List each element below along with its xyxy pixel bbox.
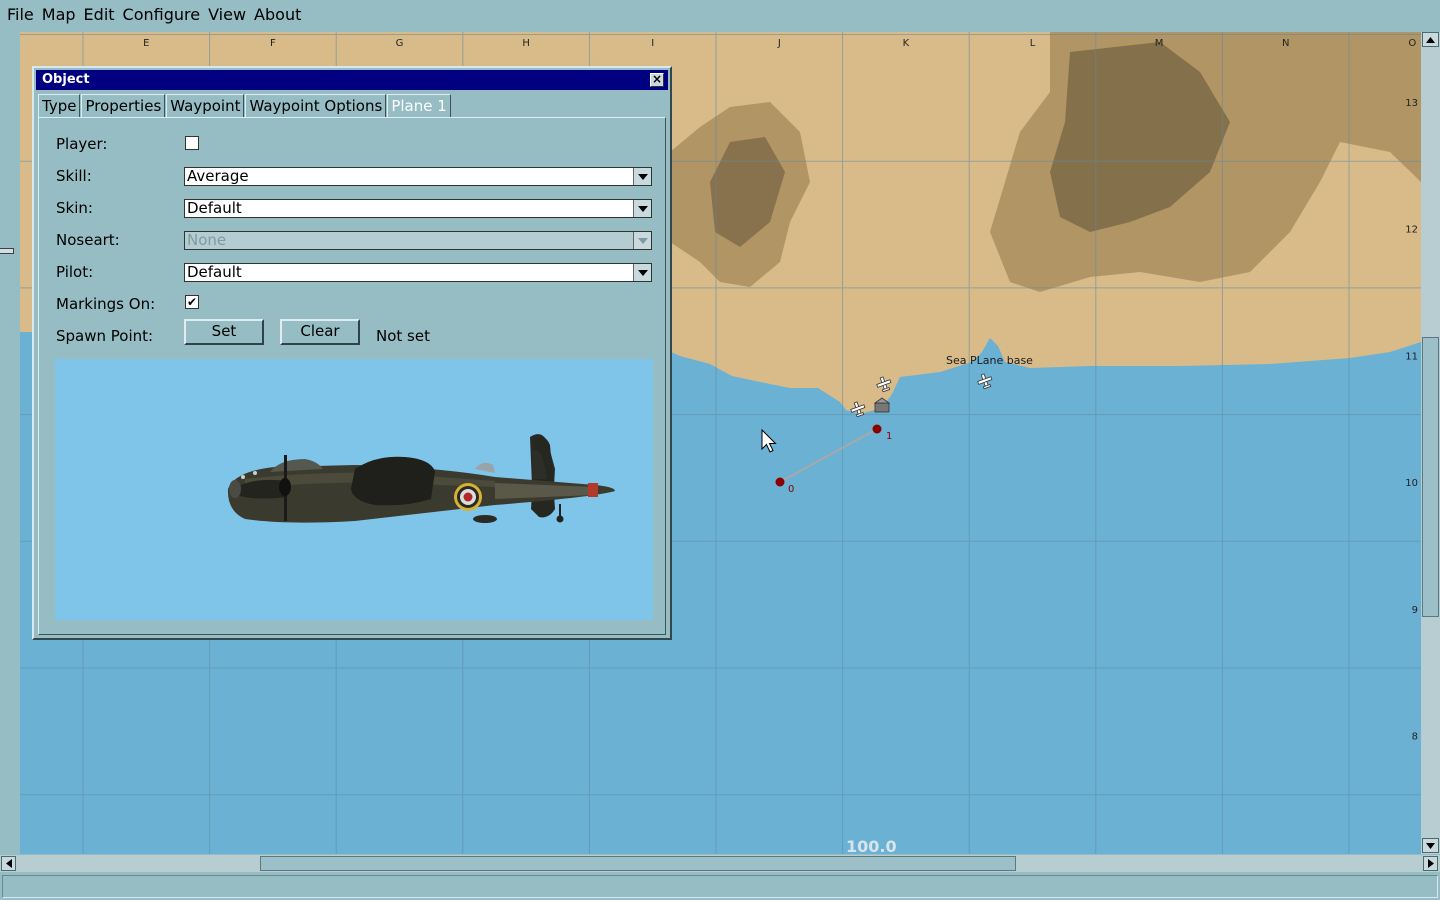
vertical-scroll-thumb[interactable] bbox=[1422, 337, 1439, 617]
player-label: Player: bbox=[56, 135, 108, 153]
pilot-label: Pilot: bbox=[56, 263, 94, 281]
row-label: 11 bbox=[1405, 351, 1418, 362]
column-label: I bbox=[651, 38, 654, 49]
menu-configure[interactable]: Configure bbox=[119, 0, 205, 30]
markings-label: Markings On: bbox=[56, 295, 156, 313]
close-icon: × bbox=[651, 72, 663, 86]
waypoint-1-marker[interactable] bbox=[872, 424, 882, 434]
row-label: 13 bbox=[1405, 98, 1418, 109]
chevron-down-icon[interactable] bbox=[633, 200, 651, 217]
left-ruler bbox=[0, 30, 20, 856]
noseart-label: Noseart: bbox=[56, 231, 120, 249]
scroll-down-button[interactable] bbox=[1422, 838, 1439, 853]
chevron-down-icon[interactable] bbox=[633, 168, 651, 185]
object-dialog: Object × Type Properties Waypoint Waypoi… bbox=[32, 66, 672, 640]
aircraft-preview bbox=[55, 359, 653, 620]
bomber-aircraft-image bbox=[227, 434, 615, 523]
clear-spawn-button[interactable]: Clear bbox=[280, 319, 360, 345]
column-label: M bbox=[1155, 38, 1164, 49]
menu-bar: File Map Edit Configure View About bbox=[0, 0, 1440, 30]
tab-type[interactable]: Type bbox=[38, 94, 81, 117]
chevron-down-icon[interactable] bbox=[633, 264, 651, 281]
horizontal-scrollbar[interactable] bbox=[0, 855, 1440, 872]
column-label: J bbox=[777, 38, 781, 49]
menu-edit[interactable]: Edit bbox=[80, 0, 119, 30]
arrow-up-icon bbox=[1426, 36, 1435, 43]
column-label: H bbox=[522, 38, 530, 49]
skill-select[interactable]: Average bbox=[184, 167, 652, 186]
chevron-down-icon bbox=[633, 232, 651, 249]
menu-view[interactable]: View bbox=[204, 0, 250, 30]
column-label: G bbox=[396, 38, 404, 49]
waypoint-1-label: 1 bbox=[886, 431, 892, 442]
column-label: O bbox=[1408, 38, 1416, 49]
column-label: K bbox=[903, 38, 910, 49]
vertical-scrollbar[interactable] bbox=[1421, 32, 1440, 854]
menu-about[interactable]: About bbox=[250, 0, 305, 30]
dialog-titlebar[interactable]: Object × bbox=[36, 70, 668, 90]
skin-label: Skin: bbox=[56, 199, 93, 217]
waypoint-0-label: 0 bbox=[788, 484, 794, 495]
spawn-status: Not set bbox=[376, 327, 430, 345]
pilot-select[interactable]: Default bbox=[184, 263, 652, 282]
scroll-left-button[interactable] bbox=[1, 856, 16, 871]
markings-checkbox[interactable]: ✔ bbox=[185, 295, 199, 309]
menu-map[interactable]: Map bbox=[38, 0, 80, 30]
scroll-up-button[interactable] bbox=[1422, 32, 1439, 47]
tab-properties[interactable]: Properties bbox=[81, 94, 166, 117]
left-ruler-marker[interactable] bbox=[0, 248, 14, 254]
close-button[interactable]: × bbox=[650, 73, 664, 87]
skin-value: Default bbox=[187, 199, 242, 217]
skill-value: Average bbox=[187, 167, 249, 185]
waypoint-0-marker[interactable] bbox=[775, 477, 785, 487]
tab-bar: Type Properties Waypoint Waypoint Option… bbox=[38, 94, 452, 118]
map-scale-readout: 100.0 bbox=[846, 837, 897, 854]
noseart-value: None bbox=[187, 231, 227, 249]
set-spawn-button[interactable]: Set bbox=[184, 319, 264, 345]
tab-waypoint[interactable]: Waypoint bbox=[166, 94, 245, 117]
arrow-left-icon bbox=[5, 859, 12, 868]
column-label: E bbox=[143, 38, 149, 49]
row-label: 9 bbox=[1412, 605, 1418, 616]
skin-select[interactable]: Default bbox=[184, 199, 652, 218]
menu-file[interactable]: File bbox=[3, 0, 38, 30]
sea-plane-base-label: Sea PLane base bbox=[946, 354, 1033, 367]
row-label: 8 bbox=[1412, 732, 1418, 743]
row-label: 12 bbox=[1405, 225, 1418, 236]
arrow-down-icon bbox=[1426, 842, 1435, 849]
scroll-right-button[interactable] bbox=[1423, 856, 1438, 871]
column-label: N bbox=[1282, 38, 1289, 49]
row-label: 10 bbox=[1405, 478, 1418, 489]
status-bar bbox=[2, 875, 1438, 898]
skill-label: Skill: bbox=[56, 167, 92, 185]
tab-plane-1[interactable]: Plane 1 bbox=[387, 94, 451, 118]
checkmark-icon: ✔ bbox=[186, 295, 198, 309]
plane-tab-panel: Player: Skill: Average Skin: Default Nos… bbox=[38, 117, 666, 635]
tab-waypoint-options[interactable]: Waypoint Options bbox=[245, 94, 387, 117]
spawn-point-label: Spawn Point: bbox=[56, 327, 154, 345]
pilot-value: Default bbox=[187, 263, 242, 281]
player-checkbox[interactable] bbox=[185, 136, 199, 150]
noseart-select: None bbox=[184, 231, 652, 250]
dialog-title: Object bbox=[42, 72, 90, 87]
horizontal-scroll-thumb[interactable] bbox=[260, 856, 1016, 871]
column-label: F bbox=[270, 38, 276, 49]
column-label: L bbox=[1030, 38, 1036, 49]
arrow-right-icon bbox=[1427, 859, 1434, 868]
